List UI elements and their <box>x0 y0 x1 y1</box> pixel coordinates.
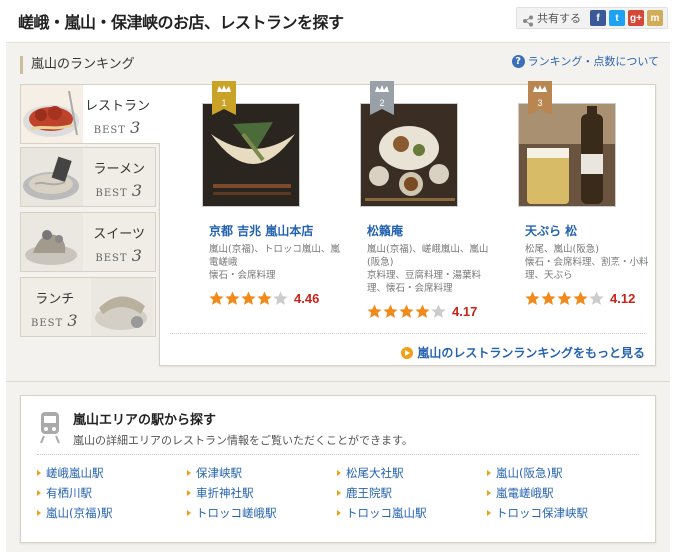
rank-1-badge: 1 <box>212 81 236 115</box>
star-icon <box>367 304 382 318</box>
rating-score: 4.12 <box>610 291 636 306</box>
tab-restaurant-label: レストラン BEST 3 <box>84 99 150 137</box>
restaurant-photo <box>21 85 83 143</box>
page-header: 嵯峨・嵐山・保津峡のお店、レストランを探す 共有する f t g+ m <box>0 0 676 42</box>
section-divider <box>6 381 670 382</box>
station-link[interactable]: 嵐電嵯峨駅 <box>487 485 637 500</box>
station-link[interactable]: 車折神社駅 <box>187 485 337 500</box>
shop-genre: 京料理、豆腐料理・湯葉料理、懐石・会席料理 <box>367 270 482 294</box>
star-icon <box>525 291 540 305</box>
station-section-description: 嵐山の詳細エリアのレストラン情報をご覧いただくことができます。 <box>73 434 413 447</box>
station-link[interactable]: トロッコ嵐山駅 <box>337 505 487 520</box>
shop-photo[interactable] <box>518 103 616 207</box>
shop-genre: 懐石・会席料理 <box>209 270 276 281</box>
shop-area: 松尾、嵐山(阪急) 懐石・会席料理、割烹・小料理、天ぷら <box>525 243 657 282</box>
google-plus-icon[interactable]: g+ <box>628 10 644 26</box>
station-link[interactable]: 有栖川駅 <box>37 485 187 500</box>
shop-area: 嵐山(京福)、トロッコ嵐山、嵐電嵯峨 懐石・会席料理 <box>209 244 340 281</box>
twitter-icon[interactable]: t <box>609 10 625 26</box>
star-icon <box>383 304 398 318</box>
shop-name[interactable]: 天ぷら 松 <box>525 222 577 239</box>
share-bar: 共有する f t g+ m <box>516 7 668 29</box>
rating-score: 4.46 <box>294 291 320 306</box>
ranking-heading: 嵐山のランキング <box>20 56 135 74</box>
star-icon <box>589 291 604 305</box>
station-section-title: 嵐山エリアの駅から探す <box>73 413 217 428</box>
star-icon <box>273 291 288 305</box>
shop-name[interactable]: 松籟庵 <box>367 222 403 239</box>
tab-sweets[interactable]: スイーツ BEST 3 <box>20 212 156 272</box>
station-link[interactable]: 嵐山(京福)駅 <box>37 505 187 520</box>
arrow-right-icon <box>401 346 414 359</box>
star-icon <box>557 291 572 305</box>
shop-photo[interactable] <box>360 103 458 207</box>
more-ranking-link[interactable]: 嵐山のレストランランキングをもっと見る <box>401 344 645 361</box>
star-icon <box>541 291 556 305</box>
tab-lunch[interactable]: ランチ BEST 3 <box>20 277 156 337</box>
rating-score: 4.17 <box>452 304 478 319</box>
triangle-right-icon <box>337 489 341 496</box>
station-link[interactable]: トロッコ保津峡駅 <box>487 505 637 520</box>
lunch-photo <box>91 278 153 336</box>
tab-ramen-label: ラーメン BEST 3 <box>93 162 145 200</box>
triangle-right-icon <box>37 489 41 496</box>
star-icon <box>431 304 446 318</box>
train-icon <box>39 410 61 444</box>
ramen-photo <box>21 148 83 206</box>
more-ranking-label: 嵐山のレストランランキングをもっと見る <box>417 346 645 360</box>
star-icon <box>209 291 224 305</box>
rank-3-badge: 3 <box>528 81 552 115</box>
svg-text:3: 3 <box>537 98 542 108</box>
station-link[interactable]: 鹿王院駅 <box>337 485 487 500</box>
rating-stars: 4.12 <box>525 291 635 306</box>
tab-restaurant[interactable]: レストラン BEST 3 <box>20 84 160 144</box>
station-panel: 嵐山エリアの駅から探す 嵐山の詳細エリアのレストラン情報をご覧いただくことができ… <box>20 395 656 543</box>
mixi-icon[interactable]: m <box>647 10 663 26</box>
triangle-right-icon <box>187 489 191 496</box>
page-title: 嵯峨・嵐山・保津峡のお店、レストランを探す <box>18 13 344 32</box>
star-icon <box>257 291 272 305</box>
shop-name[interactable]: 京都 吉兆 嵐山本店 <box>209 222 313 239</box>
station-link[interactable]: 嵐山(阪急)駅 <box>487 465 637 480</box>
triangle-right-icon <box>487 489 491 496</box>
star-icon <box>415 304 430 318</box>
share-icon[interactable] <box>522 12 534 27</box>
rank-2-badge: 2 <box>370 81 394 115</box>
tab-ramen[interactable]: ラーメン BEST 3 <box>20 147 156 207</box>
shop-genre: 懐石・会席料理、割烹・小料理、天ぷら <box>525 257 649 281</box>
shop-area: 嵐山(京福)、嵯峨嵐山、嵐山(阪急) 京料理、豆腐料理・湯葉料理、懐石・会席料理 <box>367 243 499 295</box>
station-link[interactable]: 嵯峨嵐山駅 <box>37 465 187 480</box>
tab-lunch-label: ランチ BEST 3 <box>31 292 79 330</box>
star-icon <box>399 304 414 318</box>
svg-text:2: 2 <box>379 98 384 108</box>
ranking-footer: 嵐山のレストランランキングをもっと見る <box>170 333 645 365</box>
star-icon <box>241 291 256 305</box>
svg-text:1: 1 <box>221 98 226 108</box>
rating-stars: 4.17 <box>367 304 477 319</box>
triangle-right-icon <box>487 509 491 516</box>
share-label: 共有する <box>537 12 581 25</box>
sweets-photo <box>21 213 83 271</box>
ranking-help-link[interactable]: ? ランキング・点数について <box>511 53 659 69</box>
shop-photo[interactable] <box>202 103 300 207</box>
rating-stars: 4.46 <box>209 291 319 306</box>
triangle-right-icon <box>337 509 341 516</box>
question-icon: ? <box>511 54 525 68</box>
triangle-right-icon <box>487 469 491 476</box>
ranking-help-label: ランキング・点数について <box>527 55 659 68</box>
station-link[interactable]: トロッコ嵯峨駅 <box>187 505 337 520</box>
station-link[interactable]: 松尾大社駅 <box>337 465 487 480</box>
facebook-icon[interactable]: f <box>590 10 606 26</box>
station-link[interactable]: 保津峡駅 <box>187 465 337 480</box>
ranking-panel: 1 京都 吉兆 嵐山本店 嵐山(京福)、トロッコ嵐山、嵐電嵯峨 懐石・会席料理 … <box>159 81 657 366</box>
station-link-list: 嵯峨嵐山駅 保津峡駅 松尾大社駅 嵐山(阪急)駅 有栖川駅 車折神社駅 鹿王院駅… <box>37 454 639 520</box>
tab-sweets-label: スイーツ BEST 3 <box>93 227 145 265</box>
triangle-right-icon <box>37 469 41 476</box>
triangle-right-icon <box>187 469 191 476</box>
triangle-right-icon <box>187 509 191 516</box>
star-icon <box>225 291 240 305</box>
triangle-right-icon <box>37 509 41 516</box>
star-icon <box>573 291 588 305</box>
triangle-right-icon <box>337 469 341 476</box>
